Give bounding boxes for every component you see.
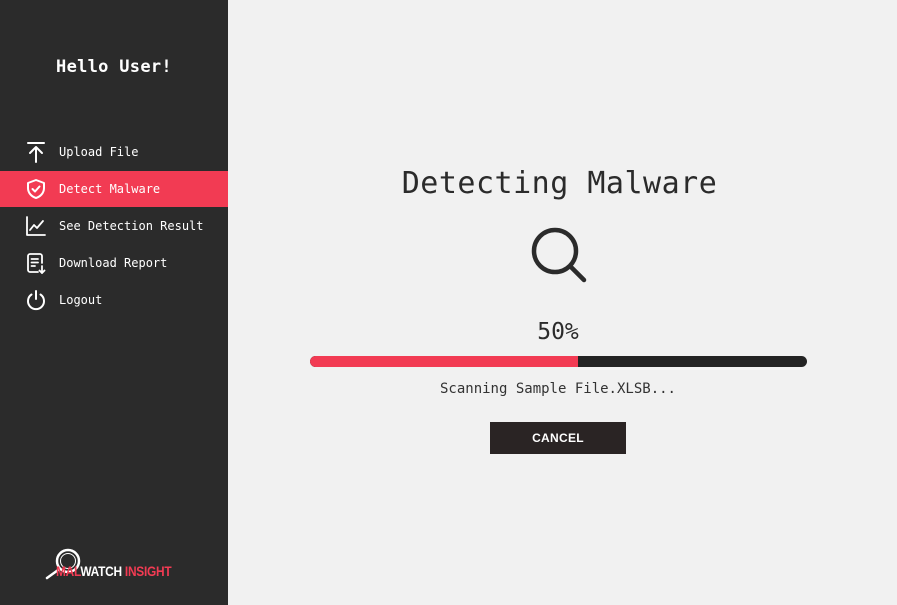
sidebar-item-label: Detect Malware [59, 182, 161, 196]
shield-check-icon [25, 178, 47, 200]
search-icon [530, 226, 588, 284]
sidebar-nav: Upload File Detect Malware See Detection… [0, 134, 228, 319]
progress-bar [310, 356, 807, 367]
sidebar: Hello User! Upload File Detect Malware S… [0, 0, 228, 605]
scan-status-text: Scanning Sample File.XLSB... [439, 381, 676, 397]
upload-icon [25, 141, 47, 163]
sidebar-item-label: Logout [59, 293, 103, 307]
logo-text-watch: Watch [80, 563, 122, 579]
progress-percent: 50% [537, 319, 579, 345]
report-download-icon [25, 252, 47, 274]
sidebar-item-label: Upload File [59, 145, 139, 159]
main-content: Detecting Malware 50% Scanning Sample Fi… [228, 0, 897, 605]
page-title: Detecting Malware [401, 166, 718, 201]
greeting: Hello User! [56, 57, 172, 77]
progress-bar-fill [310, 356, 579, 367]
sidebar-item-see-detection-result[interactable]: See Detection Result [0, 208, 228, 244]
sidebar-item-detect-malware[interactable]: Detect Malware [0, 171, 228, 207]
sidebar-item-label: Download Report [59, 256, 168, 270]
sidebar-item-label: See Detection Result [59, 219, 204, 233]
logo-wordmark: MalWatch Insight [56, 563, 172, 579]
cancel-button[interactable]: CANCEL [490, 422, 626, 454]
malwatch-insight-logo: MalWatch Insight [44, 548, 194, 584]
sidebar-item-upload-file[interactable]: Upload File [0, 134, 228, 170]
power-icon [25, 289, 47, 311]
line-chart-icon [25, 215, 47, 237]
logo-text-mal: Mal [56, 563, 81, 579]
logo-text-insight: Insight [124, 563, 172, 579]
sidebar-item-download-report[interactable]: Download Report [0, 245, 228, 281]
sidebar-item-logout[interactable]: Logout [0, 282, 228, 318]
